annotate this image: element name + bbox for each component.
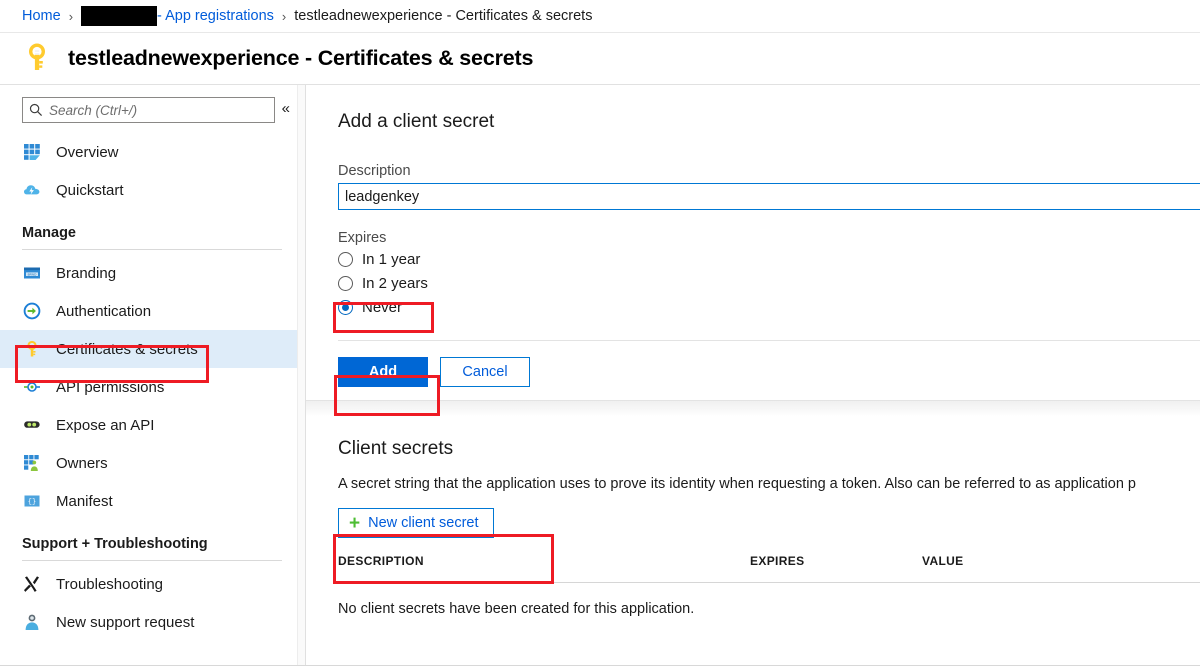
client-secrets-description: A secret string that the application use… — [338, 476, 1200, 492]
form-action-bar: Add Cancel — [338, 340, 1200, 387]
redacted-tenant-name — [81, 6, 157, 26]
sidebar-item-new-support-request[interactable]: New support request — [0, 603, 304, 641]
sidebar-item-manifest[interactable]: {} Manifest — [0, 482, 304, 520]
expose-api-icon — [22, 415, 42, 435]
radio-label: In 2 years — [362, 275, 428, 292]
svg-text:BRND: BRND — [28, 272, 38, 276]
column-header-value: VALUE — [922, 554, 1122, 568]
sidebar-group-divider — [22, 249, 282, 250]
section-divider — [305, 400, 1200, 416]
sidebar-item-label: New support request — [56, 614, 194, 631]
branding-icon: BRND — [22, 263, 42, 283]
description-input-wrap — [338, 183, 1200, 210]
new-client-secret-button[interactable]: + New client secret — [338, 508, 494, 538]
sidebar-item-overview[interactable]: Overview — [0, 133, 304, 171]
sidebar-group-support-title: Support + Troubleshooting — [0, 520, 304, 556]
owners-icon — [22, 453, 42, 473]
column-header-description: DESCRIPTION — [338, 554, 750, 568]
secrets-table-header: DESCRIPTION EXPIRES VALUE — [338, 554, 1200, 568]
sidebar-scrollbar[interactable] — [297, 85, 305, 666]
breadcrumb-current-page: testleadnewexperience - Certificates & s… — [294, 8, 592, 24]
radio-in-2-years[interactable]: In 2 years — [338, 272, 428, 294]
api-permissions-icon — [22, 377, 42, 397]
form-heading: Add a client secret — [338, 111, 1200, 133]
radio-in-1-year[interactable]: In 1 year — [338, 248, 420, 270]
sidebar-item-owners[interactable]: Owners — [0, 444, 304, 482]
column-header-expires: EXPIRES — [750, 554, 922, 568]
sidebar-item-label: Owners — [56, 455, 108, 472]
sidebar-item-certificates-and-secrets[interactable]: Certificates & secrets — [0, 330, 304, 368]
sidebar-item-quickstart[interactable]: Quickstart — [0, 171, 304, 209]
sidebar: « Overview — [0, 85, 305, 666]
radio-circle-icon — [338, 276, 353, 291]
search-icon — [23, 103, 49, 117]
breadcrumb: Home › - App registrations › testleadnew… — [0, 0, 1200, 33]
cancel-button[interactable]: Cancel — [440, 357, 530, 387]
client-secrets-section: Client secrets A secret string that the … — [305, 416, 1200, 617]
support-request-icon — [22, 612, 42, 632]
quickstart-cloud-icon — [22, 180, 42, 200]
troubleshooting-tools-icon — [22, 574, 42, 594]
sidebar-group-manage-title: Manage — [0, 209, 304, 245]
page-title: testleadnewexperience - Certificates & s… — [68, 46, 533, 71]
description-label: Description — [338, 163, 1200, 179]
sidebar-search-row: « — [0, 85, 304, 123]
sidebar-item-troubleshooting[interactable]: Troubleshooting — [0, 565, 304, 603]
secrets-empty-message: No client secrets have been created for … — [338, 583, 1200, 617]
new-client-secret-label: New client secret — [368, 515, 478, 531]
page-title-bar: testleadnewexperience - Certificates & s… — [0, 33, 1200, 85]
breadcrumb-home[interactable]: Home — [22, 8, 61, 24]
key-icon — [22, 339, 42, 359]
radio-never[interactable]: Never — [338, 296, 402, 318]
client-secrets-heading: Client secrets — [338, 438, 1200, 460]
radio-label: Never — [362, 299, 402, 316]
breadcrumb-separator-2: › — [282, 9, 286, 24]
sidebar-item-api-permissions[interactable]: API permissions — [0, 368, 304, 406]
sidebar-group-divider — [22, 560, 282, 561]
radio-circle-icon — [338, 300, 353, 315]
search-input[interactable] — [49, 103, 274, 118]
content-area: Add a client secret Description Expires … — [305, 85, 1200, 666]
sidebar-item-authentication[interactable]: Authentication — [0, 292, 304, 330]
sidebar-item-label: Certificates & secrets — [56, 341, 198, 358]
key-icon — [22, 42, 52, 75]
sidebar-item-label: Expose an API — [56, 417, 154, 434]
sidebar-item-label: Quickstart — [56, 182, 124, 199]
svg-text:{}: {} — [28, 499, 36, 507]
overview-grid-icon — [22, 142, 42, 162]
plus-icon: + — [349, 514, 360, 533]
sidebar-item-label: Manifest — [56, 493, 113, 510]
sidebar-item-branding[interactable]: BRND Branding — [0, 254, 304, 292]
sidebar-item-label: Branding — [56, 265, 116, 282]
radio-label: In 1 year — [362, 251, 420, 268]
sidebar-item-label: Troubleshooting — [56, 576, 163, 593]
breadcrumb-separator-1: › — [69, 9, 73, 24]
sidebar-nav-list: Overview Quickstart Manage — [0, 133, 304, 641]
expires-label: Expires — [338, 230, 1200, 246]
sidebar-item-label: API permissions — [56, 379, 164, 396]
search-box[interactable] — [22, 97, 275, 123]
manifest-code-icon: {} — [22, 491, 42, 511]
sidebar-item-expose-an-api[interactable]: Expose an API — [0, 406, 304, 444]
collapse-sidebar-icon[interactable]: « — [282, 101, 290, 120]
add-client-secret-form: Add a client secret Description Expires … — [305, 85, 1200, 387]
description-input[interactable] — [338, 183, 1200, 210]
breadcrumb-app-registrations[interactable]: - App registrations — [157, 8, 274, 24]
sidebar-item-label: Overview — [56, 144, 119, 161]
radio-circle-icon — [338, 252, 353, 267]
authentication-arrow-icon — [22, 301, 42, 321]
sidebar-item-label: Authentication — [56, 303, 151, 320]
add-button[interactable]: Add — [338, 357, 428, 387]
page-bottom-edge — [0, 665, 1200, 666]
